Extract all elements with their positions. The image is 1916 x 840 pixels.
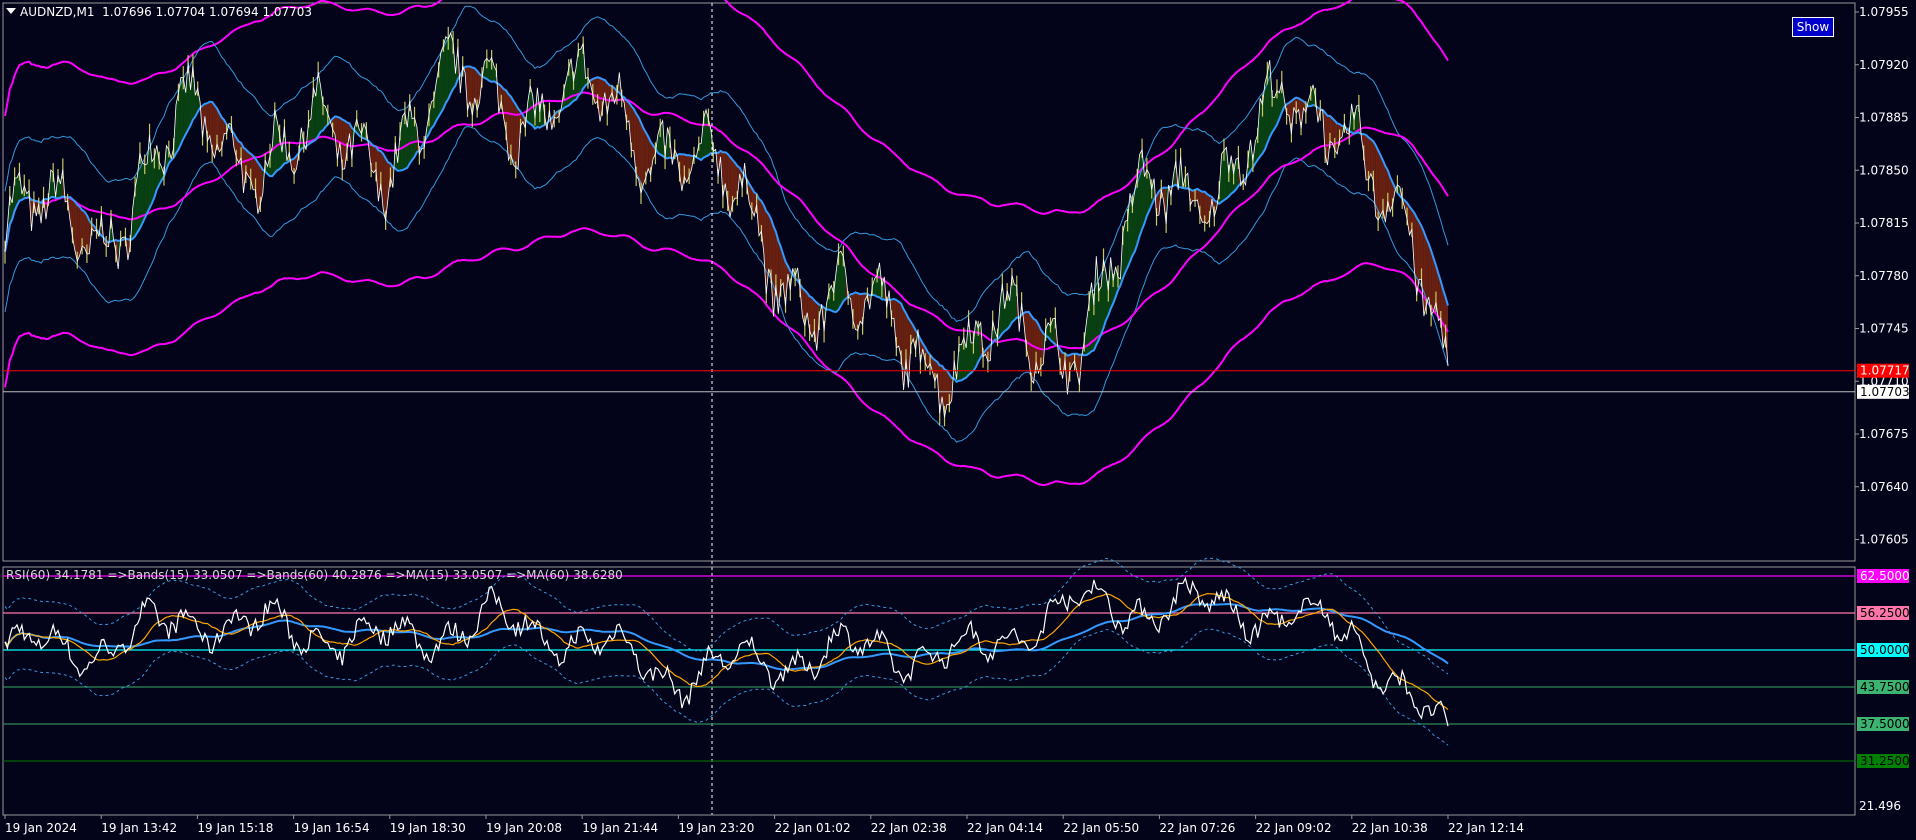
rsi-level-label: 62.5000 (1860, 569, 1910, 583)
rsi-level-label: 43.7500 (1860, 680, 1910, 694)
price-axis: 1.07955 1.07920 1.07885 1.07850 1.07815 1.077… (1855, 5, 1910, 547)
price-pane[interactable] (2, 0, 1856, 815)
price-line (4, 31, 1449, 418)
symbol-period: AUDNZD,M1 (20, 5, 95, 19)
time-tick-label: 19 Jan 15:18 (197, 821, 273, 835)
price-pane-border (2, 2, 1856, 562)
time-tick-label: 22 Jan 01:02 (775, 821, 851, 835)
up-fill-segment (441, 45, 444, 113)
time-tick-label: 19 Jan 16:54 (294, 821, 370, 835)
price-tick-label: 1.07780 (1859, 269, 1909, 283)
lower-envelope-line (4, 227, 1449, 487)
up-fill-segment (1139, 149, 1143, 237)
price-tick-label: 1.07745 (1859, 322, 1909, 336)
time-tick-label: 19 Jan 2024 (5, 821, 77, 835)
time-tick-label: 22 Jan 07:26 (1159, 821, 1235, 835)
rsi-indicator-title: RSI(60) 34.1781 =>Bands(15) 33.0507 =>Ba… (6, 568, 623, 582)
rsi-level-label: 37.5000 (1860, 717, 1910, 731)
time-tick-label: 22 Jan 04:14 (967, 821, 1043, 835)
bid-price-label: 1.07703 (1860, 385, 1910, 399)
time-tick-label: 22 Jan 12:14 (1448, 821, 1524, 835)
down-fill-segment (768, 214, 772, 278)
price-tick-label: 1.07850 (1859, 163, 1909, 177)
time-tick-label: 19 Jan 20:08 (486, 821, 562, 835)
time-axis: 19 Jan 2024 19 Jan 13:42 19 Jan 15:18 19 Ja… (4, 815, 1524, 835)
rsi-axis: 62.5000 56.2500 50.0000 43.7500 37.5000 31.25… (1857, 569, 1910, 813)
rsi-level-label: 50.0000 (1860, 643, 1910, 657)
price-tick-label: 1.07605 (1859, 533, 1909, 547)
rsi-ma15-line (4, 592, 1449, 711)
rsi-level-label: 31.2500 (1860, 754, 1910, 768)
rsi-level-label: 56.2500 (1860, 606, 1910, 620)
ohlc-values: 1.07696 1.07704 1.07694 1.07703 (102, 5, 313, 19)
chart-header: AUDNZD,M1 1.07696 1.07704 1.07694 1.0770… (6, 5, 312, 19)
down-fill-segment (1378, 150, 1381, 221)
time-tick-label: 22 Jan 02:38 (871, 821, 947, 835)
price-tick-label: 1.07675 (1859, 427, 1909, 441)
down-fill-segment (513, 100, 516, 168)
price-tick-label: 1.07955 (1859, 5, 1909, 19)
red-line-price-label: 1.07717 (1860, 364, 1910, 378)
rsi-pane[interactable] (2, 557, 1856, 816)
price-tick-label: 1.07885 (1859, 111, 1909, 125)
triangle-down-icon[interactable] (6, 8, 16, 14)
price-tick-label: 1.07920 (1859, 58, 1909, 72)
rsi-pane-border (2, 566, 1856, 816)
ma15-line (4, 65, 1449, 384)
rsi-line (4, 576, 1449, 727)
rsi-bottom-tick-label: 21.496 (1859, 799, 1901, 813)
price-tick-label: 1.07640 (1859, 480, 1909, 494)
down-fill-segment (1426, 238, 1429, 305)
time-tick-label: 22 Jan 10:38 (1352, 821, 1428, 835)
show-button[interactable]: Show (1792, 17, 1834, 37)
price-tick-label: 1.07815 (1859, 216, 1909, 230)
time-tick-label: 22 Jan 05:50 (1063, 821, 1139, 835)
time-tick-label: 22 Jan 09:02 (1256, 821, 1332, 835)
time-tick-label: 19 Jan 21:44 (582, 821, 658, 835)
time-tick-label: 19 Jan 18:30 (390, 821, 466, 835)
time-tick-label: 19 Jan 23:20 (678, 821, 754, 835)
time-tick-label: 19 Jan 13:42 (101, 821, 177, 835)
chart-canvas: 1.07955 1.07920 1.07885 1.07850 1.07815 1.077… (2, 0, 1910, 835)
